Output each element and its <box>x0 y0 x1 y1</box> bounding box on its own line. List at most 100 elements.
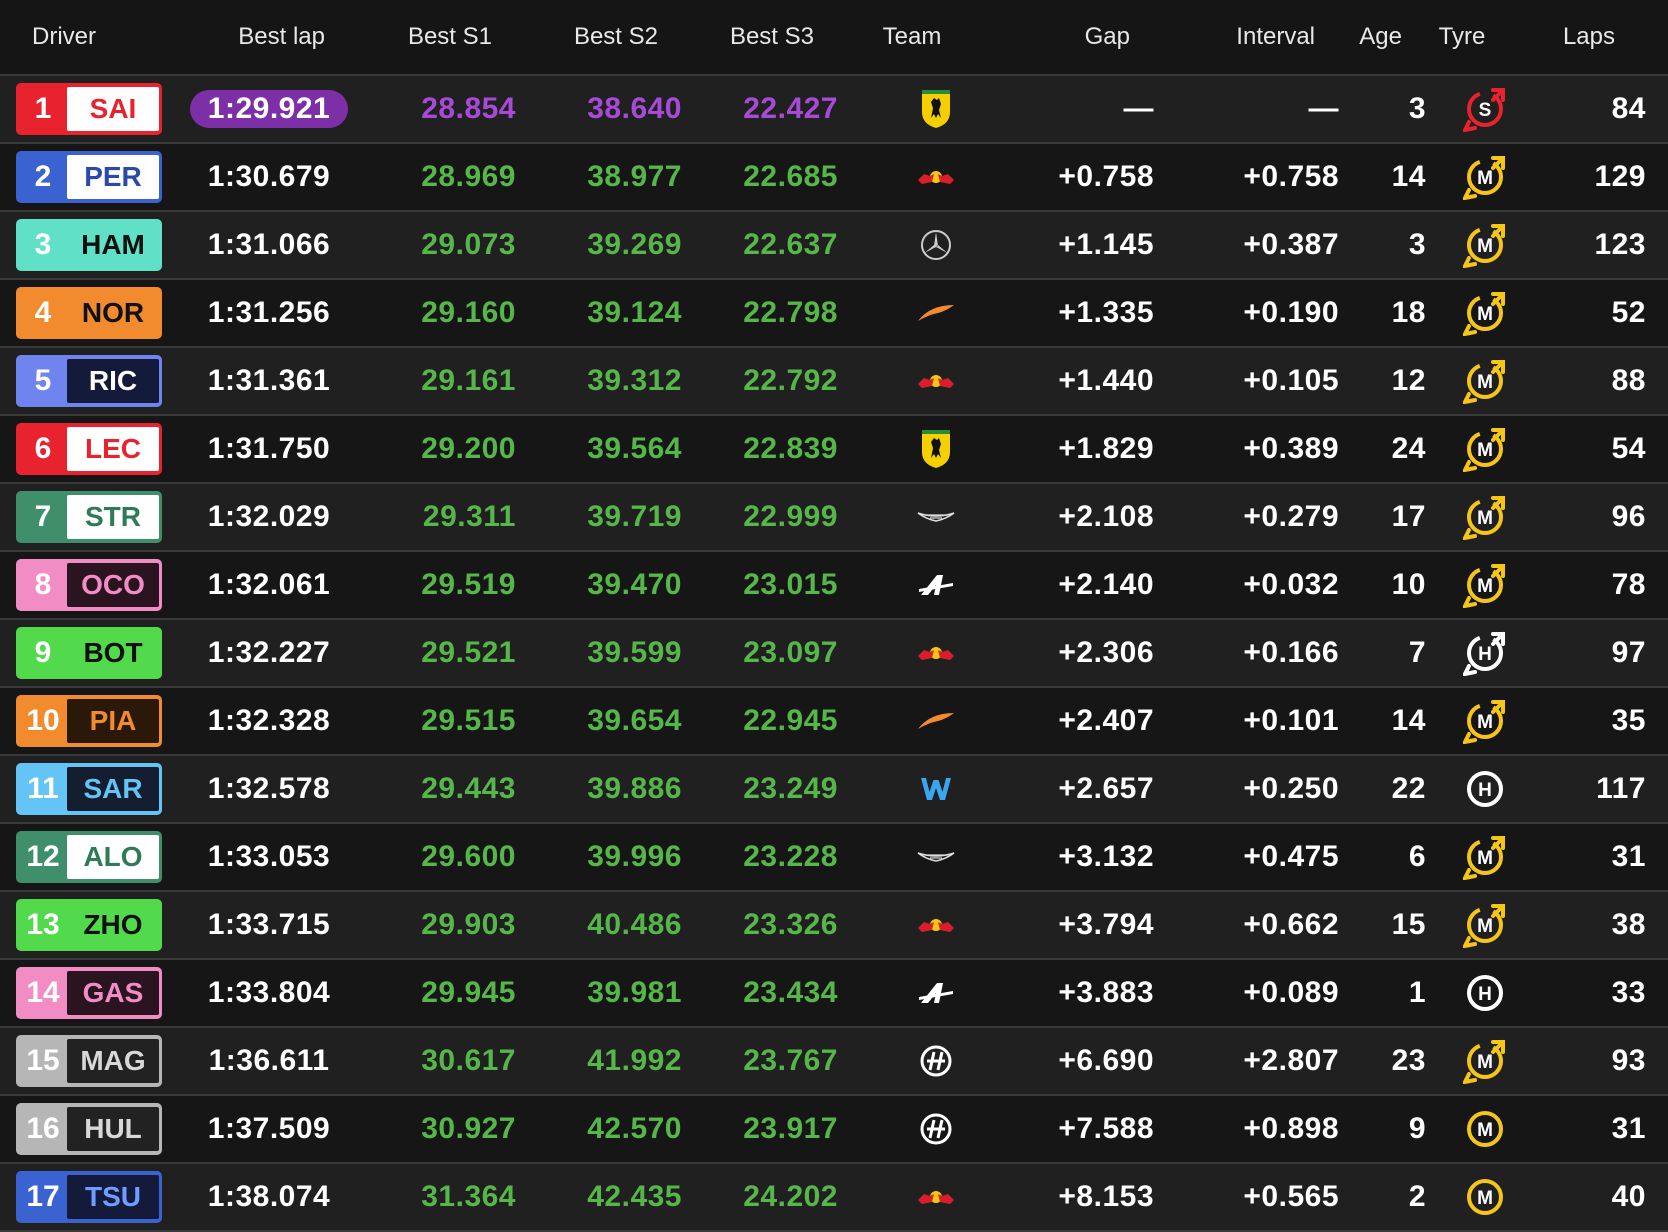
header-gap[interactable]: Gap <box>1010 23 1130 51</box>
driver-badge[interactable]: 9 BOT <box>16 627 162 679</box>
aston-martin-icon <box>838 849 1034 865</box>
driver-code: HAM <box>67 223 159 267</box>
best-lap-cell: 1:30.679 <box>178 160 360 194</box>
header-best-s1[interactable]: Best S1 <box>325 23 492 51</box>
svg-text:M: M <box>1477 236 1493 257</box>
header-best-s2[interactable]: Best S2 <box>492 23 658 51</box>
best-s3: 23.249 <box>743 772 838 805</box>
driver-code: STR <box>67 495 159 539</box>
ferrari-icon <box>838 88 1034 130</box>
laps: 35 <box>1611 704 1646 737</box>
best-s2: 39.269 <box>587 228 682 261</box>
driver-cell: 11 SAR <box>0 763 178 815</box>
best-s3: 23.917 <box>743 1112 838 1145</box>
best-lap: 1:32.029 <box>207 500 331 533</box>
red-bull-icon <box>838 370 1034 392</box>
driver-badge[interactable]: 11 SAR <box>16 763 162 815</box>
best-s2: 39.564 <box>587 432 682 465</box>
header-best-lap[interactable]: Best lap <box>0 23 325 51</box>
interval: +0.565 <box>1243 1180 1339 1213</box>
table-row[interactable]: 12 ALO 1:33.053 29.600 39.996 23.228 +3.132 +0.… <box>0 824 1668 892</box>
driver-badge[interactable]: 5 RIC <box>16 355 162 407</box>
best-s3: 22.427 <box>743 92 838 125</box>
driver-badge[interactable]: 4 NOR <box>16 287 162 339</box>
best-s1: 29.160 <box>421 296 516 329</box>
best-lap: 1:33.053 <box>207 840 331 873</box>
svg-text:M: M <box>1477 372 1493 393</box>
driver-badge[interactable]: 12 ALO <box>16 831 162 883</box>
header-best-s3[interactable]: Best S3 <box>658 23 814 51</box>
table-row[interactable]: 9 BOT 1:32.227 29.521 39.599 23.097 +2.306 +0.1… <box>0 620 1668 688</box>
table-row[interactable]: 11 SAR 1:32.578 29.443 39.886 23.249 +2.657 +0.… <box>0 756 1668 824</box>
driver-badge[interactable]: 15 MAG <box>16 1035 162 1087</box>
driver-badge[interactable]: 13 ZHO <box>16 899 162 951</box>
position: 5 <box>34 364 52 397</box>
driver-badge[interactable]: 3 HAM <box>16 219 162 271</box>
header-team[interactable]: Team <box>814 23 1010 51</box>
table-row[interactable]: 14 GAS 1:33.804 29.945 39.981 23.434 +3.883 +0.… <box>0 960 1668 1028</box>
table-row[interactable]: 5 RIC 1:31.361 29.161 39.312 22.792 +1.440 +0.1… <box>0 348 1668 416</box>
interval: +2.807 <box>1243 1044 1339 1077</box>
best-lap-cell: 1:33.804 <box>178 976 360 1010</box>
header-age[interactable]: Age <box>1315 23 1402 51</box>
driver-badge[interactable]: 16 HUL <box>16 1103 162 1155</box>
driver-cell: 1 SAI <box>0 83 178 135</box>
driver-badge[interactable]: 14 GAS <box>16 967 162 1019</box>
medium-tyre-icon: M <box>1426 562 1546 608</box>
driver-cell: 15 MAG <box>0 1035 178 1087</box>
alpine-icon <box>838 571 1034 599</box>
driver-badge[interactable]: 2 PER <box>16 151 162 203</box>
table-row[interactable]: 17 TSU 1:38.074 31.364 42.435 24.202 +8.153 +0.… <box>0 1164 1668 1232</box>
interval: +0.190 <box>1243 296 1339 329</box>
position: 17 <box>26 1180 60 1213</box>
table-row[interactable]: 10 PIA 1:32.328 29.515 39.654 22.945 +2.407 +0.… <box>0 688 1668 756</box>
table-header: Driver Best lap Best S1 Best S2 Best S3 … <box>0 0 1668 76</box>
table-row[interactable]: 2 PER 1:30.679 28.969 38.977 22.685 +0.758 +0.7… <box>0 144 1668 212</box>
table-row[interactable]: 3 HAM 1:31.066 29.073 39.269 22.637 +1.145 +0.3… <box>0 212 1668 280</box>
driver-badge[interactable]: 8 OCO <box>16 559 162 611</box>
driver-badge[interactable]: 10 PIA <box>16 695 162 747</box>
medium-tyre-icon: M <box>1426 902 1546 948</box>
haas-icon <box>838 1112 1034 1146</box>
table-row[interactable]: 15 MAG 1:36.611 30.617 41.992 23.767 +6.690 +2.… <box>0 1028 1668 1096</box>
best-s2: 39.886 <box>587 772 682 805</box>
best-lap: 1:30.679 <box>207 160 331 193</box>
best-lap-cell: 1:32.328 <box>178 704 360 738</box>
medium-tyre-icon: M <box>1426 426 1546 472</box>
driver-badge[interactable]: 7 STR <box>16 491 162 543</box>
mercedes-icon <box>838 229 1034 261</box>
table-row[interactable]: 4 NOR 1:31.256 29.160 39.124 22.798 +1.335 +0.1… <box>0 280 1668 348</box>
gap: +7.588 <box>1058 1112 1154 1145</box>
table-row[interactable]: 13 ZHO 1:33.715 29.903 40.486 23.326 +3.794 +0.… <box>0 892 1668 960</box>
table-row[interactable]: 1 SAI 1:29.921 28.854 38.640 22.427 — — 3 S 84 <box>0 76 1668 144</box>
header-laps[interactable]: Laps <box>1522 23 1615 51</box>
best-s1: 29.161 <box>421 364 516 397</box>
best-s1: 29.945 <box>421 976 516 1009</box>
medium-tyre-icon: M <box>1426 290 1546 336</box>
svg-text:M: M <box>1477 576 1493 597</box>
header-tyre[interactable]: Tyre <box>1402 23 1522 51</box>
driver-badge[interactable]: 17 TSU <box>16 1171 162 1223</box>
best-lap: 1:36.611 <box>208 1044 330 1077</box>
svg-text:H: H <box>1478 780 1492 801</box>
driver-cell: 9 BOT <box>0 627 178 679</box>
laps: 93 <box>1611 1044 1646 1077</box>
table-row[interactable]: 6 LEC 1:31.750 29.200 39.564 22.839 +1.829 +0.3… <box>0 416 1668 484</box>
williams-icon <box>838 776 1034 802</box>
table-row[interactable]: 7 STR 1:32.029 29.311 39.719 22.999 +2.108 +0.2… <box>0 484 1668 552</box>
table-row[interactable]: 16 HUL 1:37.509 30.927 42.570 23.917 +7.588 +0.… <box>0 1096 1668 1164</box>
position: 16 <box>26 1112 60 1145</box>
best-s3: 23.326 <box>743 908 838 941</box>
best-s2: 39.654 <box>587 704 682 737</box>
table-row[interactable]: 8 OCO 1:32.061 29.519 39.470 23.015 +2.140 +0.0… <box>0 552 1668 620</box>
best-lap: 1:33.804 <box>207 976 331 1009</box>
gap: — <box>1123 92 1154 125</box>
driver-badge[interactable]: 1 SAI <box>16 83 162 135</box>
header-interval[interactable]: Interval <box>1130 23 1315 51</box>
position: 11 <box>27 772 59 805</box>
driver-badge[interactable]: 6 LEC <box>16 423 162 475</box>
best-s3: 22.792 <box>743 364 838 397</box>
driver-code: MAG <box>67 1039 159 1083</box>
position: 8 <box>34 568 52 601</box>
gap: +2.108 <box>1058 500 1154 533</box>
